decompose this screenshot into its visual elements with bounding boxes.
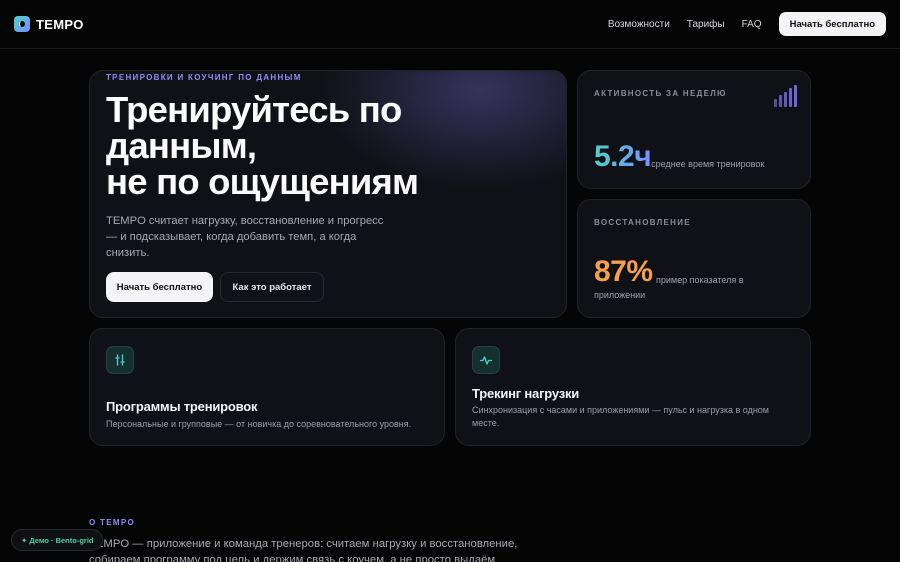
stat-value: 5.2ч [594, 140, 652, 173]
how-it-works-button[interactable]: Как это работает [220, 272, 324, 302]
activity-bar [794, 85, 797, 107]
header-start-free-button[interactable]: Начать бесплатно [778, 12, 886, 36]
feature-description: Синхронизация с часами и приложениями — … [472, 405, 769, 428]
hero-title: Тренируйтесь по данным, не по ощущениям [106, 89, 546, 202]
demo-badge[interactable]: ✦ Демо · Bento-grid [11, 529, 104, 551]
feature-description: Персональные и групповые — от новичка до… [106, 419, 412, 429]
hero-start-free-button[interactable]: Начать бесплатно [106, 272, 213, 302]
nav-link-features[interactable]: Возможности [608, 19, 670, 30]
feature-card-load-tracking[interactable]: Трекинг нагрузки Синхронизация с часами … [455, 328, 811, 446]
stat-value-row: 5.2ч среднее время тренировок [594, 141, 764, 173]
activity-bar [774, 99, 777, 107]
pulse-icon [472, 346, 500, 374]
hero-card: ТРЕНИРОВКИ И КОУЧИНГ ПО ДАННЫМ Тренируйт… [89, 70, 567, 318]
feature-title: Трекинг нагрузки [472, 386, 580, 401]
brand-name: TEMPO [36, 16, 84, 32]
hero-eyebrow: ТРЕНИРОВКИ И КОУЧИНГ ПО ДАННЫМ [106, 73, 302, 82]
stat-note: среднее время тренировок [651, 159, 765, 169]
hero-title-line: не по ощущениям [106, 161, 419, 202]
nav-link-pricing[interactable]: Тарифы [687, 19, 725, 30]
sliders-icon [106, 346, 134, 374]
feature-card-programs[interactable]: Программы тренировок Персональные и груп… [89, 328, 445, 446]
about-text: TEMPO — приложение и команда тренеров: с… [89, 538, 518, 562]
weekly-activity-card: АКТИВНОСТЬ ЗА НЕДЕЛЮ 5.2ч среднее время … [577, 70, 811, 189]
hero-title-line: Тренируйтесь по [106, 89, 402, 130]
stat-label: ВОССТАНОВЛЕНИЕ [594, 218, 691, 227]
hero-description: TEMPO считает нагрузку, восстановление и… [106, 215, 384, 259]
activity-bar [784, 92, 787, 107]
activity-bar [779, 95, 782, 107]
stat-note: пример показателя в приложении [594, 275, 744, 300]
stat-label: АКТИВНОСТЬ ЗА НЕДЕЛЮ [594, 89, 727, 98]
feature-title: Программы тренировок [106, 399, 258, 414]
hero-title-line: данным, [106, 125, 257, 166]
bar-chart-icon [774, 85, 798, 107]
nav-link-faq[interactable]: FAQ [742, 19, 762, 30]
about-eyebrow: О TEMPO [89, 518, 135, 527]
activity-bar [789, 88, 792, 107]
main-nav: Возможности Тарифы FAQ Начать бесплатно [608, 12, 886, 36]
logo-icon [14, 16, 30, 32]
site-header: TEMPO Возможности Тарифы FAQ Начать бесп… [0, 0, 900, 49]
brand[interactable]: TEMPO [14, 16, 84, 32]
landing-page: TEMPO Возможности Тарифы FAQ Начать бесп… [0, 0, 900, 562]
recovery-card: ВОССТАНОВЛЕНИЕ 87% пример показателя в п… [577, 199, 811, 318]
